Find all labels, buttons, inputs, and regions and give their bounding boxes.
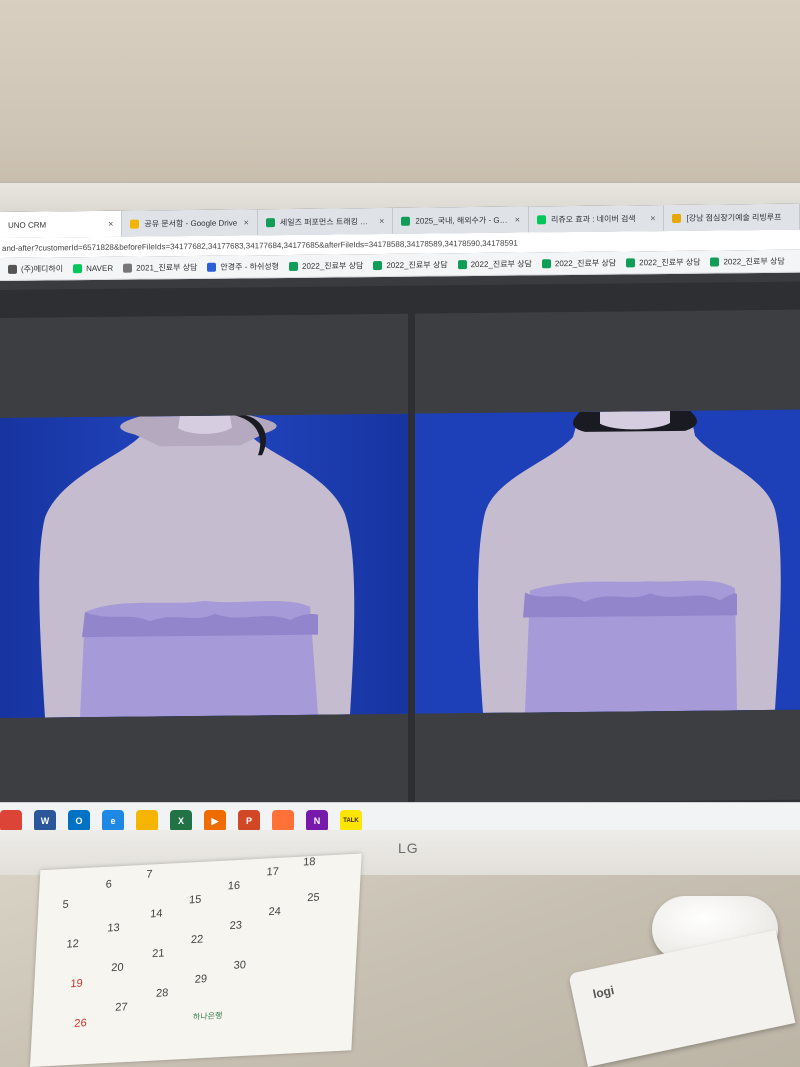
tab-close-icon[interactable]: × xyxy=(108,219,113,229)
outlook-icon[interactable]: O xyxy=(68,810,90,832)
calendar-date: 21 xyxy=(151,947,165,961)
after-photo[interactable] xyxy=(415,409,800,714)
browser-tab[interactable]: 리쥬오 효과 : 네이버 검색 × xyxy=(528,205,665,233)
firefox-icon[interactable] xyxy=(272,810,294,832)
bookmark-favicon-icon xyxy=(207,262,217,272)
calendar-date: 7 xyxy=(145,868,153,881)
calendar-date: 23 xyxy=(229,919,243,933)
bookmark-favicon-icon xyxy=(373,260,383,270)
bookmark-favicon-icon xyxy=(123,263,133,273)
bookmark-label: (주)메디하이 xyxy=(21,263,64,274)
bookmark-item[interactable]: NAVER xyxy=(73,263,114,273)
bookmark-item[interactable]: 2022_진료부 상담 xyxy=(710,255,785,267)
bookmark-item[interactable]: 2022_진료부 상담 xyxy=(457,258,532,270)
browser-tab[interactable]: UNO CRM × xyxy=(0,210,123,238)
bookmark-item[interactable]: 안경주 - 하쉬성형 xyxy=(207,261,279,273)
tab-favicon-icon xyxy=(265,217,275,227)
bookmark-favicon-icon xyxy=(626,257,636,267)
calendar-brand: 하나은행 xyxy=(192,1011,223,1022)
calendar-date: 24 xyxy=(268,905,282,919)
before-panel xyxy=(0,313,408,808)
bookmark-favicon-icon xyxy=(541,258,551,268)
bookmark-label: 안경주 - 하쉬성형 xyxy=(220,261,280,272)
bookmark-label: 2022_진료부 상담 xyxy=(386,259,448,270)
tab-label: 세일즈 퍼포먼스 트래킹 시트 xyxy=(279,216,375,227)
calendar-date: 22 xyxy=(190,933,204,947)
tab-close-icon[interactable]: × xyxy=(244,217,249,227)
after-panel xyxy=(415,309,800,804)
calendar-date: 28 xyxy=(155,987,169,1000)
monitor-brand-logo: LG xyxy=(398,840,419,856)
tab-label: 공유 문서함 - Google Drive xyxy=(144,218,238,228)
tab-label: 리쥬오 효과 : 네이버 검색 xyxy=(550,213,636,224)
desk-calendar: 하나은행 5 6 7 12 13 14 15 16 17 18 19 20 21 22 23 24 25 26 27… xyxy=(30,853,362,1067)
monitor-screen: UNO CRM × 공유 문서함 - Google Drive × 세일즈 퍼포먼스 트… xyxy=(0,203,800,832)
bookmark-item[interactable]: 2022_진료부 상담 xyxy=(373,259,448,271)
tab-close-icon[interactable]: × xyxy=(515,215,520,225)
calendar-date: 29 xyxy=(194,973,208,986)
tab-label: [강남 점심장기예술 리빙루프 xyxy=(686,212,782,223)
bookmark-favicon-icon xyxy=(8,264,17,274)
excel-icon[interactable]: X xyxy=(170,810,192,832)
calendar-date: 15 xyxy=(188,893,202,907)
bookmark-label: 2022_진료부 상담 xyxy=(470,258,532,269)
calendar-date: 6 xyxy=(105,878,113,891)
before-photo-image xyxy=(0,413,408,718)
calendar-date: 20 xyxy=(110,961,124,975)
tab-label: UNO CRM xyxy=(8,220,47,230)
bookmark-item[interactable]: 2022_진료부 상담 xyxy=(626,256,700,268)
paint-icon[interactable] xyxy=(136,810,158,832)
tab-favicon-icon xyxy=(536,214,546,224)
calendar-date: 16 xyxy=(227,879,241,893)
keyboard-brand: logi xyxy=(591,983,616,1002)
calendar-date: 25 xyxy=(306,891,320,905)
calendar-date: 5 xyxy=(62,898,70,911)
bookmark-item[interactable]: 2021_진료부 상담 xyxy=(123,261,197,273)
calendar-date: 30 xyxy=(233,959,247,972)
calendar-date: 13 xyxy=(107,921,121,935)
browser-tab[interactable]: 세일즈 퍼포먼스 트래킹 시트 × xyxy=(257,207,394,236)
bookmark-label: 2021_진료부 상담 xyxy=(136,262,198,273)
bookmark-label: 2022_진료부 상담 xyxy=(302,260,364,271)
bookmark-label: 2022_진료부 상담 xyxy=(554,258,617,268)
word-icon[interactable]: W xyxy=(34,810,56,832)
calendar-date: 12 xyxy=(66,937,80,951)
browser-tab[interactable]: 2025_국내, 해외수가 - Google S × xyxy=(393,206,529,234)
after-photo-image xyxy=(415,409,800,714)
calendar-date: 17 xyxy=(266,865,280,879)
before-photo[interactable] xyxy=(0,413,408,718)
bookmark-label: NAVER xyxy=(86,263,114,273)
calendar-date: 27 xyxy=(114,1001,128,1014)
calendar-date: 26 xyxy=(74,1017,87,1030)
media-player-icon[interactable]: ▶ xyxy=(204,810,226,832)
calendar-date: 19 xyxy=(70,977,84,991)
tab-favicon-icon xyxy=(401,216,411,226)
onenote-icon[interactable]: N xyxy=(306,810,328,832)
bookmark-label: 2022_진료부 상담 xyxy=(723,256,785,266)
calendar-date: 14 xyxy=(149,907,163,921)
kakaotalk-icon[interactable]: TALK xyxy=(340,810,362,832)
edge-icon[interactable]: e xyxy=(102,810,124,832)
bookmark-item[interactable]: (주)메디하이 xyxy=(8,263,63,275)
bookmark-favicon-icon xyxy=(710,256,720,267)
bookmark-favicon-icon xyxy=(289,261,299,271)
address-bar-url: and-after?customerId=6571828&beforeFileI… xyxy=(2,238,518,253)
chrome-icon[interactable] xyxy=(0,810,22,832)
calendar-date: 18 xyxy=(302,855,316,869)
before-after-viewer xyxy=(0,281,800,811)
browser-tab[interactable]: [강남 점심장기예술 리빙루프 xyxy=(664,203,800,232)
tab-favicon-icon xyxy=(672,213,682,223)
tab-favicon-icon xyxy=(130,219,140,229)
tab-close-icon[interactable]: × xyxy=(379,216,384,226)
tab-label: 2025_국내, 해외수가 - Google S xyxy=(415,215,510,226)
bookmark-label: 2022_진료부 상담 xyxy=(639,257,701,267)
bookmark-favicon-icon xyxy=(73,263,83,273)
bookmark-favicon-icon xyxy=(457,259,467,269)
bookmark-item[interactable]: 2022_진료부 상담 xyxy=(289,260,363,272)
bookmark-item[interactable]: 2022_진료부 상담 xyxy=(541,257,617,269)
tab-close-icon[interactable]: × xyxy=(650,213,655,223)
browser-tab[interactable]: 공유 문서함 - Google Drive × xyxy=(122,209,258,237)
powerpoint-icon[interactable]: P xyxy=(238,810,260,832)
